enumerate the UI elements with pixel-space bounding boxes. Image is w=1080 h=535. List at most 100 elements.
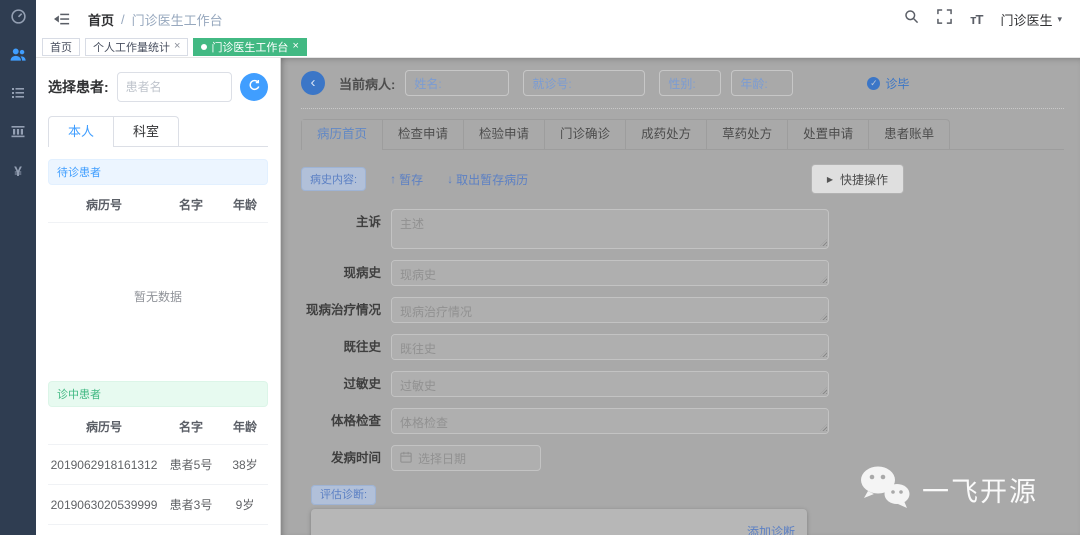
select-patient-label: 选择患者: [48,79,109,95]
load-draft-link[interactable]: ↓ 取出暂存病历 [447,171,528,188]
breadcrumb: 首页 / 门诊医生工作台 [88,10,223,29]
tab-exam-request[interactable]: 检查申请 [382,120,463,149]
sidebar-item-records[interactable] [0,76,36,114]
calendar-icon [400,451,412,466]
tag-label: 门诊医生工作台 [211,41,289,54]
in-progress-table-header: 病历号 名字 年龄 [48,407,268,445]
sidebar-item-dashboard[interactable] [0,0,36,38]
form-row-present-illness: 现病史 [301,260,829,286]
breadcrumb-separator: / [121,11,125,27]
table-row[interactable]: 2019062918161312 患者5号 38岁 [48,445,268,485]
top-header: 首页 / 门诊医生工作台 тT 门诊医生 ▾ [36,0,1080,38]
refresh-icon [248,79,261,95]
nav-sidebar: ¥ [0,0,36,535]
user-menu[interactable]: 门诊医生 ▾ [1000,10,1062,29]
patients-icon [9,46,27,69]
patient-search-row: 选择患者: [48,72,268,102]
status-label: 诊毕 [885,76,910,91]
form-row-chief-complaint: 主诉 [301,209,829,249]
font-size-icon[interactable]: тT [970,12,983,27]
records-list-icon [10,85,26,106]
waiting-table-header: 病历号 名字 年龄 [48,185,268,223]
tag-personal-workload[interactable]: 个人工作量统计 × [85,37,189,56]
cell-age: 38岁 [232,458,258,472]
patient-scope-tabs: 本人 科室 [48,116,268,147]
save-draft-label: 暂存 [399,172,424,187]
diagnosis-panel: 添加诊断 [311,509,807,535]
tab-treatment-request[interactable]: 处置申请 [787,120,868,149]
search-icon[interactable] [904,9,919,29]
field-label: 过敏史 [343,377,381,391]
sidebar-item-patients[interactable] [0,38,36,76]
field-label: 主诉 [355,215,381,229]
cell-name: 患者5号 [169,458,213,472]
tab-outpatient-diagnosis[interactable]: 门诊确诊 [544,120,625,149]
physical-exam-textarea[interactable] [391,408,829,434]
form-row-past-history: 既往史 [301,334,829,360]
fullscreen-icon[interactable] [937,9,952,29]
sidebar-item-departments[interactable] [0,114,36,152]
breadcrumb-root[interactable]: 首页 [88,10,114,29]
column-record-no: 病历号 [85,420,122,434]
cell-age: 9岁 [235,498,255,512]
onset-date-picker[interactable]: 选择日期 [391,445,541,471]
in-progress-patients-banner: 诊中患者 [48,381,268,407]
status-badge[interactable]: ✓ 诊毕 [867,75,909,92]
diagnosis-section: 评估诊断: [311,485,1064,505]
workbench-tabs-nav: 病历首页 检查申请 检验申请 门诊确诊 成药处方 草药处方 处置申请 患者账单 [301,119,951,150]
tab-lab-request[interactable]: 检验申请 [463,120,544,149]
allergy-history-textarea[interactable] [391,371,829,397]
workbench-tabs: 病历首页 检查申请 检验申请 门诊确诊 成药处方 草药处方 处置申请 患者账单 [301,119,1064,150]
tab-department[interactable]: 科室 [114,116,180,146]
form-row-allergy-history: 过敏史 [301,371,829,397]
refresh-button[interactable] [240,73,268,101]
tab-medical-record-home[interactable]: 病历首页 [302,120,383,150]
medical-history-form: 主诉 现病史 现病治疗情况 既往史 过敏史 体格检查 [301,209,829,471]
tab-patient-bill[interactable]: 患者账单 [868,120,949,149]
chevron-down-icon: ▾ [1057,13,1062,24]
check-circle-icon: ✓ [867,76,881,90]
tab-self[interactable]: 本人 [48,116,115,147]
date-placeholder: 选择日期 [418,451,467,466]
chevron-left-icon: ‹ [310,74,316,91]
billing-yen-icon: ¥ [14,163,22,179]
add-diagnosis-link[interactable]: 添加诊断 [747,523,795,535]
form-row-current-treatment: 现病治疗情况 [301,297,829,323]
past-history-textarea[interactable] [391,334,829,360]
table-row[interactable]: 2019063020539999 患者3号 9岁 [48,485,268,525]
gender-field: 性别: [659,70,722,96]
breadcrumb-current: 门诊医生工作台 [131,12,223,28]
cell-record-no: 2019062918161312 [50,457,158,472]
quick-actions-button[interactable]: ▶ 快捷操作 [810,164,904,194]
empty-state: 暂无数据 [133,289,182,304]
column-record-no: 病历号 [85,198,122,212]
quick-actions-label: 快捷操作 [839,172,888,187]
patient-name-input[interactable] [116,72,232,102]
save-draft-link[interactable]: ↑ 暂存 [390,171,423,188]
sidebar-item-billing[interactable]: ¥ [0,152,36,190]
collapse-left-button[interactable]: ‹ [301,71,325,95]
current-patient-bar: ‹ 当前病人: 姓名: 就诊号: 性别: 年龄: ✓ 诊毕 [301,70,1064,109]
workbench-main: ‹ 当前病人: 姓名: 就诊号: 性别: 年龄: ✓ 诊毕 病历首页 检查申请 … [281,58,1080,535]
dashboard-icon [10,8,27,30]
upload-icon: ↑ [390,172,397,186]
field-label: 现病治疗情况 [305,303,381,317]
close-icon[interactable]: × [174,41,180,52]
current-treatment-textarea[interactable] [391,297,829,323]
tab-herbal-rx[interactable]: 草药处方 [706,120,787,149]
age-field: 年龄: [731,70,794,96]
field-label: 发病时间 [330,451,381,465]
form-row-onset-date: 发病时间 选择日期 [301,445,829,471]
tab-patent-drug-rx[interactable]: 成药处方 [625,120,706,149]
tag-outpatient-workbench[interactable]: 门诊医生工作台 × [193,37,307,56]
header-actions: тT 门诊医生 ▾ [904,9,1062,29]
chief-complaint-textarea[interactable] [391,209,829,249]
present-illness-textarea[interactable] [391,260,829,286]
column-name: 名字 [178,420,203,434]
menu-fold-icon[interactable] [54,12,70,26]
close-icon[interactable]: × [292,41,298,52]
tag-home[interactable]: 首页 [42,37,80,56]
departments-building-icon [10,123,26,144]
current-patient-label: 当前病人: [339,76,396,92]
tag-label: 个人工作量统计 [93,41,170,54]
